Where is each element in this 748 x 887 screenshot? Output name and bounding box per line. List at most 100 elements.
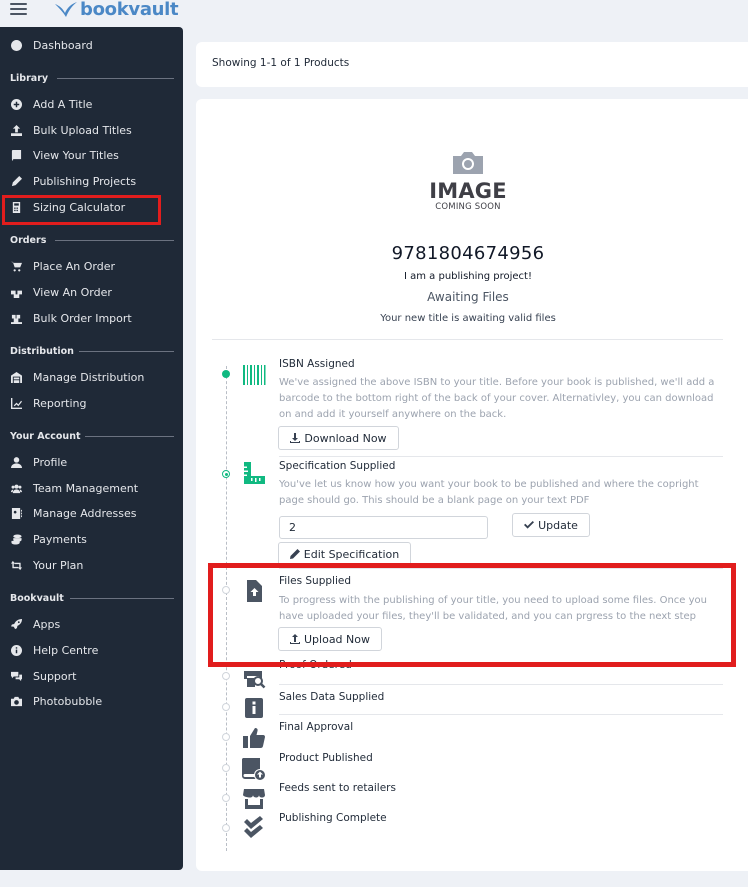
cart-icon (10, 260, 22, 272)
double-check-icon (241, 815, 267, 841)
highlight-files-supplied (208, 563, 736, 667)
sidebar-item-manage-distribution[interactable]: Manage Distribution (10, 367, 144, 387)
sidebar-item-help-centre[interactable]: Help Centre (10, 640, 98, 660)
timeline-dot-pending (222, 794, 230, 802)
sidebar-item-team-management[interactable]: Team Management (10, 478, 138, 498)
chat-icon (10, 670, 22, 682)
sidebar-item-payments[interactable]: Payments (10, 529, 87, 549)
step-title: Final Approval (279, 721, 354, 733)
placeholder-title: IMAGE (429, 179, 507, 203)
project-title: I am a publishing project! (404, 271, 532, 282)
sidebar-item-dashboard[interactable]: Dashboard (10, 35, 93, 55)
print-search-icon (241, 664, 267, 690)
status-text: Awaiting Files (427, 290, 509, 304)
sidebar-item-reporting[interactable]: Reporting (10, 393, 86, 413)
sidebar-item-your-plan[interactable]: Your Plan (10, 555, 83, 575)
divider (57, 78, 174, 79)
section-distribution: Distribution (10, 345, 74, 357)
sidebar-item-support[interactable]: Support (10, 666, 76, 686)
timeline-dot-pending (222, 733, 230, 741)
line-chart-icon (10, 397, 22, 409)
step-title: ISBN Assigned (279, 358, 355, 370)
thumbs-up-icon (241, 725, 267, 751)
step-title: Publishing Complete (279, 812, 387, 824)
step-title: Product Published (279, 752, 373, 764)
step-description: You've let us know how you want your boo… (279, 479, 699, 506)
section-bookvault: Bookvault (10, 592, 64, 604)
download-now-button[interactable]: Download Now (278, 426, 399, 450)
placeholder-subtitle: COMING SOON (435, 202, 501, 212)
coins-icon (10, 533, 22, 545)
divider (79, 351, 174, 352)
image-placeholder: IMAGE COMING SOON (420, 150, 516, 220)
divider (55, 240, 174, 241)
specification-input[interactable] (279, 516, 488, 539)
highlight-publishing-projects (2, 195, 161, 225)
pen-icon (10, 175, 22, 187)
bird-logo-icon (55, 2, 77, 17)
divider (279, 684, 723, 685)
section-orders: Orders (10, 234, 47, 246)
book-upload-icon (241, 756, 267, 782)
rocket-icon (10, 618, 22, 630)
divider (70, 598, 174, 599)
sidebar-item-manage-addresses[interactable]: Manage Addresses (10, 503, 137, 523)
address-book-icon (10, 507, 22, 519)
sidebar-item-publishing-projects[interactable]: Publishing Projects (10, 171, 136, 191)
divider (279, 456, 723, 457)
camera-icon (453, 152, 483, 174)
book-icon (10, 149, 22, 161)
timeline-dot-current (222, 470, 230, 478)
step-title: Specification Supplied (279, 460, 396, 472)
sidebar-item-add-a-title[interactable]: Add A Title (10, 94, 92, 114)
barcode-icon (241, 362, 267, 388)
divider (279, 714, 723, 715)
status-detail: Your new title is awaiting valid files (380, 313, 556, 324)
isbn: 9781804674956 (391, 243, 545, 264)
step-title: Sales Data Supplied (279, 691, 385, 703)
sidebar-item-photobubble[interactable]: Photobubble (10, 691, 102, 711)
hamburger-menu-icon[interactable] (10, 3, 27, 15)
sidebar-item-view-an-order[interactable]: View An Order (10, 282, 112, 302)
sidebar-item-view-your-titles[interactable]: View Your Titles (10, 145, 119, 165)
bookvault-logo[interactable]: bookvault (54, 0, 179, 20)
update-button[interactable]: Update (512, 513, 590, 537)
results-count: Showing 1-1 of 1 Products (212, 57, 350, 69)
pencil-icon (289, 549, 300, 559)
timeline-dot-pending (222, 764, 230, 772)
user-icon (10, 456, 22, 468)
info-icon (241, 695, 267, 721)
retweet-icon (10, 559, 22, 571)
camera-icon (10, 695, 22, 707)
divider (85, 436, 174, 437)
section-your-account: Your Account (10, 430, 81, 442)
step-title: Feeds sent to retailers (279, 782, 396, 794)
info-circle-icon (10, 644, 22, 656)
store-icon (241, 786, 267, 812)
timeline-dot-pending (222, 703, 230, 711)
timeline-dot-done (222, 370, 230, 378)
pallet-icon (10, 312, 22, 324)
timeline-dot-pending (222, 672, 230, 680)
upload-icon (10, 124, 22, 136)
warehouse-icon (10, 371, 22, 383)
logo-text: bookvault (80, 0, 179, 20)
divider (212, 339, 723, 340)
users-icon (10, 482, 22, 494)
sidebar-item-bulk-upload-titles[interactable]: Bulk Upload Titles (10, 120, 132, 140)
top-bar: bookvault (0, 0, 748, 22)
timeline-dot-pending (222, 824, 230, 832)
boxes-icon (10, 286, 22, 298)
ruler-icon (241, 460, 267, 486)
sidebar-item-bulk-order-import[interactable]: Bulk Order Import (10, 308, 132, 328)
sidebar: Dashboard Library Add A Title Bulk Uploa… (0, 27, 183, 870)
download-icon (290, 433, 301, 443)
dashboard-icon (10, 39, 22, 51)
sidebar-item-profile[interactable]: Profile (10, 452, 67, 472)
check-icon (524, 520, 535, 530)
section-library: Library (10, 72, 49, 84)
sidebar-item-place-an-order[interactable]: Place An Order (10, 256, 115, 276)
step-description: We've assigned the above ISBN to your ti… (279, 377, 715, 420)
sidebar-item-apps[interactable]: Apps (10, 614, 60, 634)
plus-circle-icon (10, 98, 22, 110)
